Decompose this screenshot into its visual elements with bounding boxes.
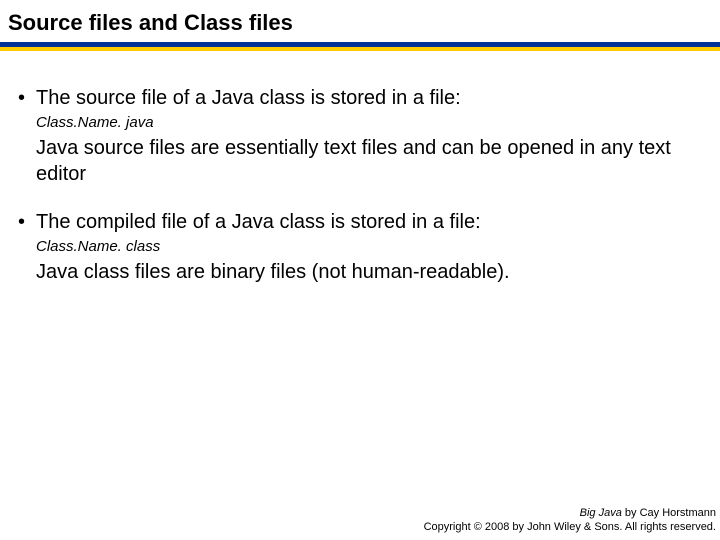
footer-book: Big Java (580, 507, 622, 519)
content-area: • The source file of a Java class is sto… (0, 51, 720, 285)
code-line: Class.Name. class (36, 237, 702, 257)
footer-line-1: Big Java by Cay Horstmann (424, 506, 716, 520)
list-item: • The source file of a Java class is sto… (18, 85, 702, 187)
bullet-text: The compiled file of a Java class is sto… (36, 209, 481, 235)
bullet-list: • The source file of a Java class is sto… (18, 85, 702, 285)
footer-copyright: Copyright © 2008 by John Wiley & Sons. A… (424, 520, 716, 534)
slide-title: Source files and Class files (8, 10, 712, 42)
title-area: Source files and Class files (0, 0, 720, 42)
footer-by: by Cay Horstmann (622, 507, 716, 519)
explain-text: Java source files are essentially text f… (36, 135, 702, 187)
explain-text: Java class files are binary files (not h… (36, 259, 702, 285)
footer: Big Java by Cay Horstmann Copyright © 20… (424, 506, 716, 534)
list-item: • The compiled file of a Java class is s… (18, 209, 702, 285)
bullet-text: The source file of a Java class is store… (36, 85, 461, 111)
code-line: Class.Name. java (36, 113, 702, 133)
bullet-dot: • (18, 209, 36, 235)
bullet-dot: • (18, 85, 36, 111)
